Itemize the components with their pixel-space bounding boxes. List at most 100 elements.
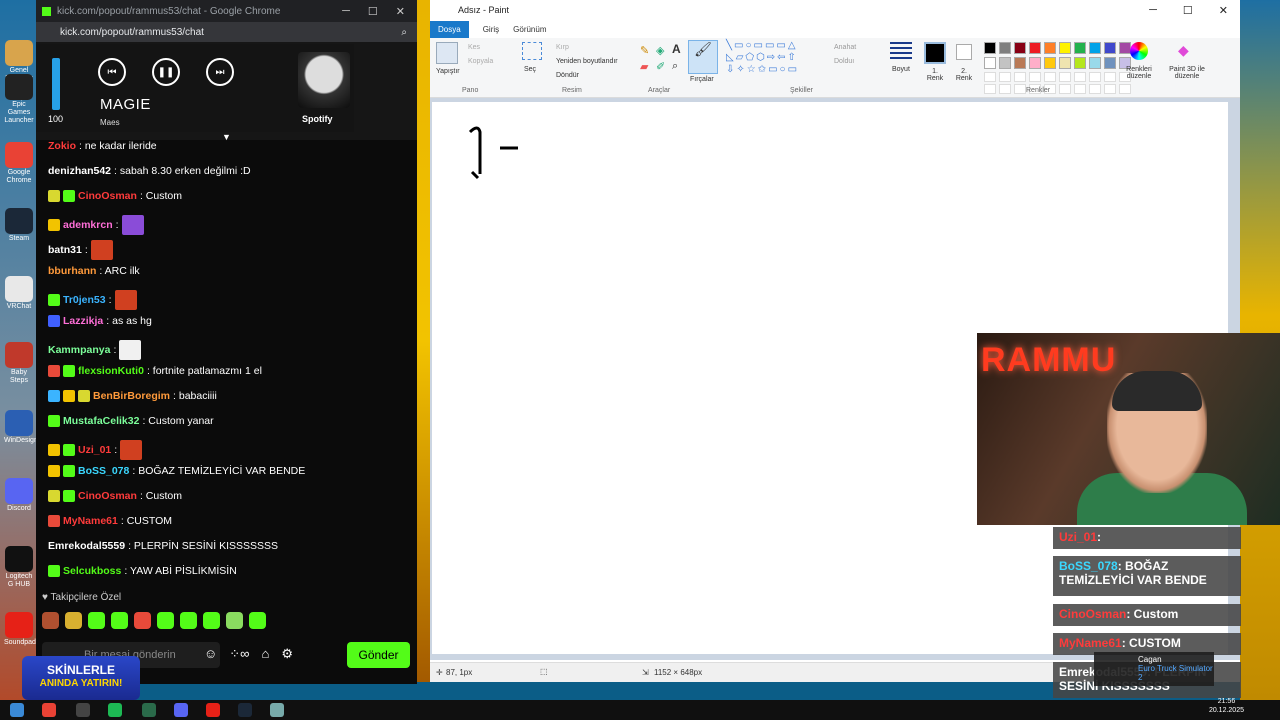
app-taskbar-icon[interactable] [76,703,90,717]
palette-color-swatch[interactable] [999,42,1011,54]
custom-color-slot[interactable] [1044,72,1056,82]
zoom-icon[interactable]: ⌕ [401,27,407,38]
chat-username[interactable]: batn31 [48,244,82,256]
desktop-shortcut[interactable]: Discord [4,478,34,513]
close-icon[interactable]: ✕ [1219,4,1228,17]
custom-color-slot[interactable] [1089,72,1101,82]
custom-color-slot[interactable] [1059,72,1071,82]
emote[interactable] [249,612,266,629]
paint3d-button[interactable]: Paint 3D ile düzenle [1164,66,1210,80]
emote[interactable] [157,612,174,629]
maximize-icon[interactable]: ☐ [1183,4,1193,17]
custom-color-slot[interactable] [1014,72,1026,82]
controls-icon[interactable]: ⁘∞ [229,646,249,662]
palette-color-swatch[interactable] [1089,57,1101,69]
emote[interactable] [88,612,105,629]
palette-color-swatch[interactable] [1089,42,1101,54]
chat-username[interactable]: CinoOsman [78,190,137,202]
emoji-icon[interactable]: ☺ [204,646,217,662]
magnifier-icon[interactable]: ⌕ [672,60,678,73]
select-button[interactable]: Seç [524,66,536,73]
chat-username[interactable]: MyName61 [63,515,118,527]
select-icon[interactable] [522,42,542,60]
palette-color-swatch[interactable] [1029,42,1041,54]
custom-color-slot[interactable] [1104,72,1116,82]
chat-username[interactable]: flexsionKuti0 [78,365,144,377]
custom-color-slot[interactable] [999,72,1011,82]
color2-swatch[interactable] [956,44,972,60]
tab-file[interactable]: Dosya [430,20,469,38]
paint3d-icon[interactable]: ◆ [1178,42,1189,59]
palette-color-swatch[interactable] [1059,57,1071,69]
desktop-shortcut[interactable]: WinDesign [4,410,38,445]
settings-gear-icon[interactable]: ⚙ [281,646,293,662]
custom-color-slot[interactable] [1029,72,1041,82]
chat-username[interactable]: Tr0jen53 [63,294,106,306]
chat-username[interactable]: Zokio [48,140,76,152]
palette-color-swatch[interactable] [1104,57,1116,69]
edit-colors-icon[interactable] [1130,42,1148,60]
color1-button[interactable]: 1. Renk [924,68,946,82]
system-clock[interactable]: 21:56 20.12.2025 [1209,697,1244,715]
previous-icon[interactable]: ⏮ [98,58,126,86]
desktop-shortcut[interactable]: Google Chrome [4,142,34,185]
cut-button[interactable]: Kes [468,44,480,51]
palette-color-swatch[interactable] [1074,57,1086,69]
palette-color-swatch[interactable] [999,57,1011,69]
resize-button[interactable]: Yeniden boyutlandır [556,58,618,65]
emote[interactable] [42,612,59,629]
size-icon[interactable] [890,42,912,62]
palette-color-swatch[interactable] [1104,42,1116,54]
emote[interactable] [226,612,243,629]
custom-color-slot[interactable] [999,84,1011,94]
discord-taskbar-icon[interactable] [174,703,188,717]
desktop-shortcut[interactable]: VRChat [4,276,34,311]
pause-icon[interactable]: ❚❚ [152,58,180,86]
emote[interactable] [180,612,197,629]
palette-color-swatch[interactable] [1074,42,1086,54]
paste-icon[interactable] [436,42,458,64]
desktop-shortcut[interactable]: Soundpad [4,612,36,647]
send-button[interactable]: Gönder [347,642,410,668]
custom-color-slot[interactable] [1104,84,1116,94]
close-icon[interactable]: ✕ [396,5,405,18]
copy-button[interactable]: Kopyala [468,58,493,65]
emote[interactable] [65,612,82,629]
edit-colors-button[interactable]: Renkleri düzenle [1124,66,1154,80]
chat-username[interactable]: Emrekodal5559 [48,540,125,552]
store-icon[interactable]: ⌂ [261,646,269,662]
size-button[interactable]: Boyut [892,66,910,73]
custom-color-slot[interactable] [1089,84,1101,94]
palette-color-swatch[interactable] [1044,57,1056,69]
color-picker-icon[interactable]: ✐ [656,60,665,73]
color1-swatch[interactable] [924,42,946,64]
desktop-shortcut[interactable]: Logitech G HUB [4,546,34,589]
custom-color-slot[interactable] [1059,84,1071,94]
rotate-button[interactable]: Döndür [556,72,579,79]
palette-color-swatch[interactable] [1014,42,1026,54]
chat-username[interactable]: Lazzikja [63,315,103,327]
pencil-icon[interactable]: ✎ [640,44,649,57]
address-bar[interactable]: kick.com/popout/rammus53/chat ⌕ [36,22,417,42]
palette-color-swatch[interactable] [984,57,996,69]
chat-username[interactable]: BoSS_078 [78,465,129,477]
custom-color-slot[interactable] [1014,84,1026,94]
emote[interactable] [203,612,220,629]
chat-username[interactable]: BenBirBoregim [93,390,170,402]
paint-taskbar-icon[interactable] [270,703,284,717]
crop-button[interactable]: Kırp [556,44,569,51]
eraser-icon[interactable]: ▰ [640,60,648,73]
fill-bucket-icon[interactable]: ◈ [656,44,664,57]
app-taskbar-icon[interactable] [142,703,156,717]
custom-color-slot[interactable] [984,84,996,94]
chat-username[interactable]: denizhan542 [48,165,111,177]
minimize-icon[interactable]: ─ [1149,4,1157,17]
steam-taskbar-icon[interactable] [238,703,252,717]
paste-button[interactable]: Yapıştır [436,68,460,75]
palette-color-swatch[interactable] [1044,42,1056,54]
tab-home[interactable]: Giriş [483,25,499,34]
brushes-button[interactable]: Fırçalar [690,76,714,83]
palette-color-swatch[interactable] [984,42,996,54]
spotify-taskbar-icon[interactable] [108,703,122,717]
emote[interactable] [134,612,151,629]
